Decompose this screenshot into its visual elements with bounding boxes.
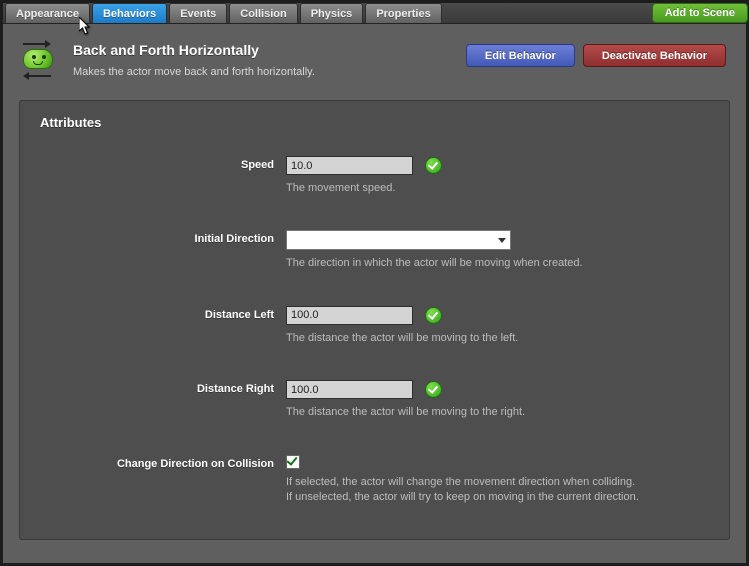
deactivate-behavior-button[interactable]: Deactivate Behavior: [583, 44, 726, 67]
row-distance-left: Distance Left The distance the actor wil…: [40, 306, 709, 346]
distance-right-input[interactable]: [286, 380, 413, 399]
valid-icon: [425, 307, 442, 324]
behavior-title: Back and Forth Horizontally: [73, 42, 466, 58]
row-change-direction: Change Direction on Collision If selecte…: [40, 455, 709, 506]
edit-behavior-button[interactable]: Edit Behavior: [466, 44, 575, 67]
tab-events[interactable]: Events: [169, 3, 227, 23]
panel-title: Attributes: [40, 115, 709, 130]
desc-initial-direction: The direction in which the actor will be…: [286, 256, 709, 271]
tab-physics[interactable]: Physics: [300, 3, 364, 23]
label-speed: Speed: [40, 156, 286, 196]
behavior-header: Back and Forth Horizontally Makes the ac…: [3, 24, 746, 100]
desc-distance-left: The distance the actor will be moving to…: [286, 331, 709, 346]
label-initial-direction: Initial Direction: [40, 230, 286, 271]
label-distance-right: Distance Right: [40, 380, 286, 420]
behavior-subtitle: Makes the actor move back and forth hori…: [73, 66, 466, 78]
change-direction-checkbox[interactable]: [286, 455, 300, 469]
label-change-direction: Change Direction on Collision: [40, 455, 286, 506]
desc-change-direction: If selected, the actor will change the m…: [286, 475, 709, 506]
valid-icon: [425, 157, 442, 174]
add-to-scene-button[interactable]: Add to Scene: [652, 3, 748, 23]
row-speed: Speed The movement speed.: [40, 156, 709, 196]
label-distance-left: Distance Left: [40, 306, 286, 346]
tab-properties[interactable]: Properties: [365, 3, 441, 23]
tab-behaviors[interactable]: Behaviors: [92, 3, 167, 23]
tab-bar: Appearance Behaviors Events Collision Ph…: [3, 3, 746, 24]
row-distance-right: Distance Right The distance the actor wi…: [40, 380, 709, 420]
row-initial-direction: Initial Direction The direction in which…: [40, 230, 709, 271]
desc-speed: The movement speed.: [286, 181, 709, 196]
tab-appearance[interactable]: Appearance: [5, 3, 90, 23]
initial-direction-select[interactable]: [286, 230, 511, 250]
distance-left-input[interactable]: [286, 306, 413, 325]
speed-input[interactable]: [286, 156, 413, 175]
behavior-icon: [19, 42, 59, 78]
attributes-panel: Attributes Speed The movement speed. Ini…: [19, 100, 730, 540]
desc-distance-right: The distance the actor will be moving to…: [286, 405, 709, 420]
tab-collision[interactable]: Collision: [229, 3, 297, 23]
valid-icon: [425, 381, 442, 398]
